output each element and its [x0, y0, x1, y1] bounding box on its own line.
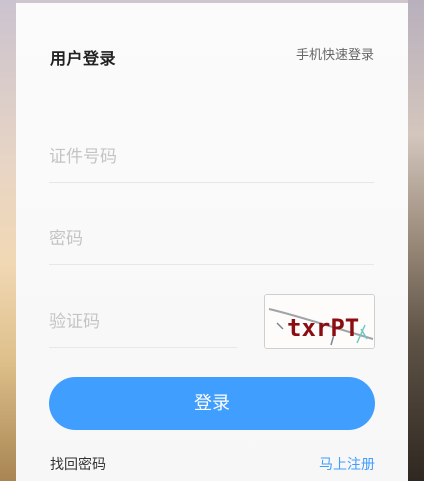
background-image-right: [408, 0, 424, 481]
captcha-image[interactable]: txrPT: [264, 294, 375, 349]
login-page: 用户登录 手机快速登录 txrPT 登录 找回密码 马上注册: [0, 0, 424, 481]
captcha-field: [49, 307, 237, 348]
forgot-password-link[interactable]: 找回密码: [50, 454, 106, 474]
password-field: [49, 224, 374, 265]
password-input[interactable]: [49, 224, 374, 254]
id-number-field: [49, 142, 374, 183]
login-title: 用户登录: [50, 49, 117, 68]
captcha-graphic: txrPT: [265, 295, 374, 348]
phone-quick-login-link[interactable]: 手机快速登录: [296, 44, 374, 63]
login-button[interactable]: 登录: [49, 377, 375, 430]
id-number-input[interactable]: [49, 142, 374, 172]
background-image-left: [0, 0, 16, 481]
login-card: 用户登录 手机快速登录 txrPT 登录 找回密码 马上注册: [16, 3, 408, 481]
captcha-text: txrPT: [287, 314, 359, 342]
captcha-input[interactable]: [49, 307, 237, 337]
register-link[interactable]: 马上注册: [319, 454, 375, 474]
